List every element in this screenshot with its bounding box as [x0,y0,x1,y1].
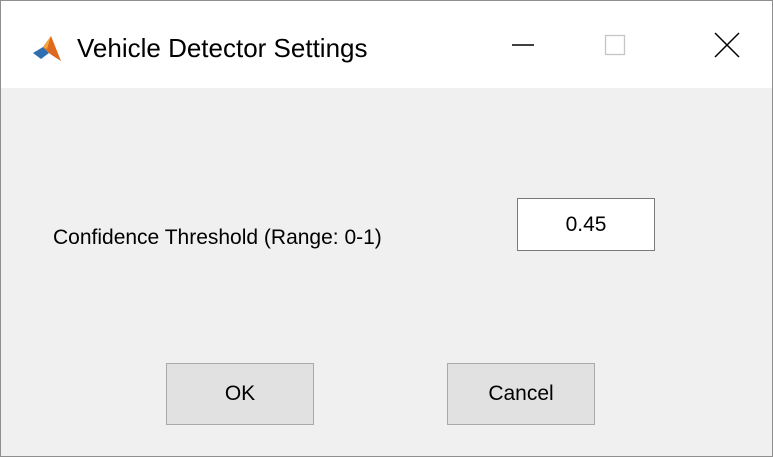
dialog-window: Vehicle Detector Settings Confidence Thr… [0,0,773,457]
threshold-label: Confidence Threshold (Range: 0-1) [53,226,382,249]
cancel-button[interactable]: Cancel [447,363,595,425]
window-title: Vehicle Detector Settings [77,33,368,63]
ok-button[interactable]: OK [166,363,314,425]
maximize-button[interactable] [569,1,661,88]
minimize-button[interactable] [477,1,569,88]
close-button[interactable] [681,1,773,88]
threshold-input[interactable] [517,198,655,251]
dialog-content: Confidence Threshold (Range: 0-1) OK Can… [1,88,772,456]
minimize-icon [512,43,534,46]
maximize-icon [604,34,626,55]
matlab-icon [31,33,63,65]
close-icon [714,31,740,58]
title-bar[interactable]: Vehicle Detector Settings [1,1,772,88]
